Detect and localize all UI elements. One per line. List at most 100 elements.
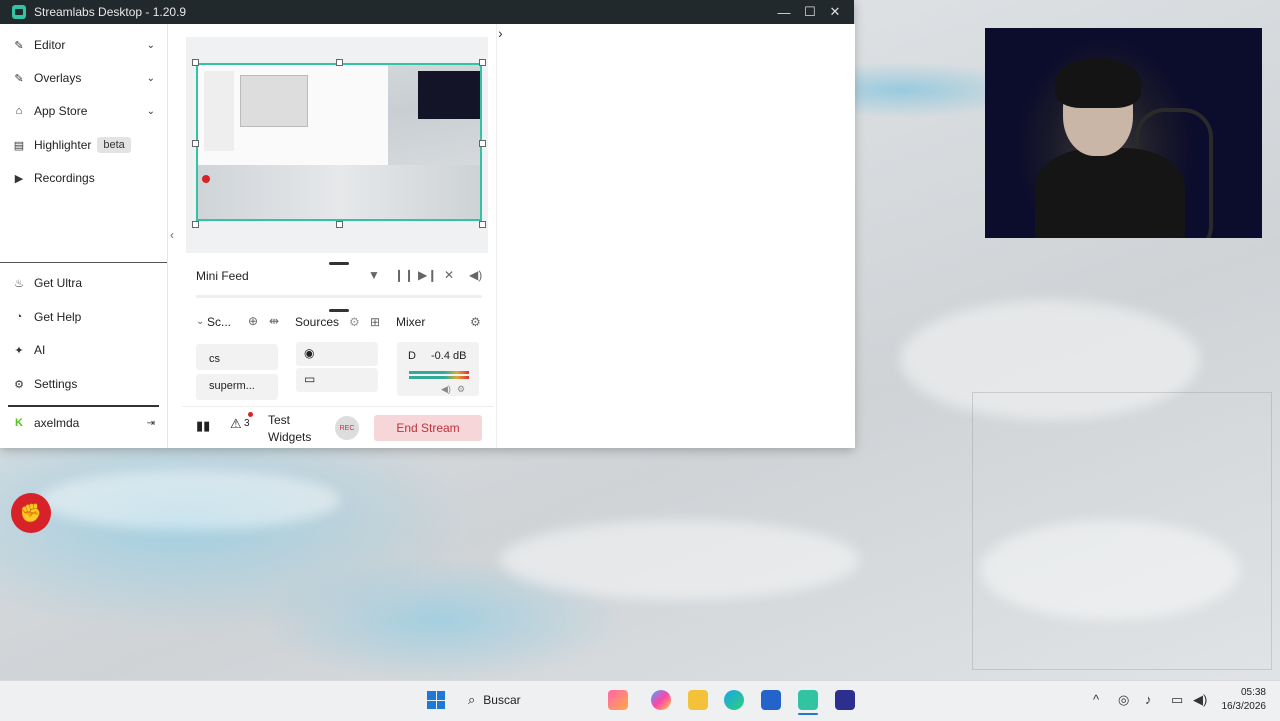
start-button[interactable] [427,691,445,709]
add-scene-icon[interactable]: ⊕ [248,314,258,328]
sidebar-item-ai[interactable]: ✦ AI [0,335,167,365]
volume-meter [409,376,469,379]
sidebar-item-recordings[interactable]: ▶ Recordings [0,163,167,193]
clock[interactable]: 05:38 16/3/2026 [1218,686,1267,714]
speaker-icon[interactable]: ◀) [1193,692,1207,708]
user-account[interactable]: K axelmda ⇥ [0,408,167,438]
window-title: Streamlabs Desktop - 1.20.9 [34,5,187,19]
sidebar-item-highlighter[interactable]: ▤ Highlighter beta [0,130,167,160]
source-tools-icon[interactable]: ⚙ [349,315,360,329]
skip-icon[interactable]: ▶❙ [418,268,437,282]
sidebar-item-settings[interactable]: ⚙ Settings [0,369,167,399]
sidebar-item-label: Settings [34,377,78,391]
sidebar-item-label: Recordings [34,171,95,185]
pause-icon[interactable]: ❙❙ [394,268,414,282]
panel-drag-handle[interactable] [329,309,349,312]
username: axelmda [34,416,80,430]
ultra-icon: ♨ [14,277,24,290]
help-icon: ◔ [15,311,23,323]
logout-icon[interactable]: ⇥ [147,418,155,429]
riot-client-icon[interactable]: ✊ [11,493,51,533]
streamlabs-window: Streamlabs Desktop - 1.20.9 — ☐ ✕ ✎ Edit… [0,0,855,448]
edge-icon[interactable] [724,690,744,710]
volume-meter [409,371,469,374]
file-explorer-icon[interactable] [688,690,708,710]
microphone-icon[interactable]: ♪ [1145,692,1152,707]
selection-rectangle [972,392,1272,670]
scene-item[interactable]: cs [196,344,278,370]
chevron-down-icon: ⌄ [146,72,155,84]
transitions-icon[interactable]: ⇹ [269,314,279,328]
preview-capture[interactable] [196,63,482,221]
channel-level: -0.4 dB [431,350,467,362]
search-icon: ⌕ [468,692,476,707]
mixer-settings-icon[interactable]: ⚙ [470,315,481,329]
add-source-icon[interactable]: ⊞ [370,315,380,329]
display-icon[interactable]: ▭ [1171,692,1183,708]
copilot-icon[interactable] [651,690,671,710]
mini-feed-scroll[interactable] [196,295,482,298]
streamlabs-taskbar-icon[interactable] [798,690,818,710]
active-indicator [798,713,818,715]
user-divider [8,405,159,407]
rec-button[interactable]: REC [335,416,359,440]
close-button[interactable]: ✕ [822,0,848,24]
filter-icon[interactable]: ▼ [368,268,380,282]
expand-pane-icon[interactable]: › [498,25,503,41]
source-item[interactable]: ▭ [296,368,378,392]
source-item[interactable]: ◉ [296,342,378,366]
volume-icon[interactable]: ◀) [469,268,482,282]
sidebar-item-get-ultra[interactable]: ♨ Get Ultra [0,268,167,298]
store-icon: ⌂ [15,105,23,117]
sidebar-divider [0,262,167,263]
sources-title: Sources [295,315,340,329]
ai-icon: ✦ [14,344,24,357]
gear-icon: ⚙ [14,378,24,391]
gear-icon[interactable]: ⚙ [457,384,465,395]
alerts-count: 3 [244,418,250,429]
highlighter-icon: ▤ [13,139,25,152]
stats-icon[interactable]: ▮▮ [196,418,210,434]
chevron-down-icon: ⌄ [146,105,155,117]
alert-dot [248,412,253,417]
webcam-icon: ◉ [304,346,315,360]
widgets-icon[interactable] [608,690,628,710]
streamlabs-logo-icon [12,5,26,19]
sidebar-item-app-store[interactable]: ⌂ App Store ⌄ [0,96,167,126]
time: 05:38 [1240,687,1266,698]
maximize-button[interactable]: ☐ [797,0,823,24]
sidebar-item-label: Editor [34,38,66,52]
panel-drag-handle[interactable] [329,262,349,265]
title-bar[interactable]: Streamlabs Desktop - 1.20.9 [0,0,854,24]
end-stream-button[interactable]: End Stream [374,415,482,441]
channel-name: D [408,350,416,362]
app-icon[interactable] [835,690,855,710]
sidebar-item-label: Get Help [34,310,82,324]
sidebar-item-editor[interactable]: ✎ Editor ⌄ [0,30,167,60]
sidebar-item-label: App Store [34,104,88,118]
sidebar-item-get-help[interactable]: ◔ Get Help [0,302,167,332]
date: 16/3/2026 [1221,701,1267,712]
overlays-icon: ✎ [14,72,24,85]
network-icon[interactable]: ◎ [1118,692,1129,708]
sidebar-item-overlays[interactable]: ✎ Overlays ⌄ [0,63,167,93]
chevron-up-icon[interactable]: ^ [1093,692,1099,707]
mixer-title: Mixer [396,315,426,329]
play-icon: ▶ [14,172,24,185]
store-icon[interactable] [761,690,781,710]
alerts-icon[interactable]: ⚠ [230,416,242,432]
volume-icon[interactable]: ◀) [441,384,451,395]
collapse-scenes-icon[interactable]: ⌄ [196,316,204,327]
scene-item[interactable]: superm... [196,374,278,400]
beta-badge: beta [97,137,131,153]
minimize-button[interactable]: — [771,0,797,24]
sidebar-item-label: Highlighter [34,138,92,152]
mixer-channel: D -0.4 dB ◀) ⚙ [397,342,479,396]
mute-alerts-icon[interactable]: ✕ [444,268,454,282]
taskbar-search[interactable]: ⌕ Buscar [458,688,588,712]
kick-logo-icon: K [15,417,23,429]
mini-feed-title: Mini Feed [196,269,249,283]
editor-icon: ✎ [14,39,24,52]
test-widgets-button[interactable]: Test Widgets [268,412,328,446]
collapse-sidebar-icon[interactable]: ‹ [170,228,174,242]
